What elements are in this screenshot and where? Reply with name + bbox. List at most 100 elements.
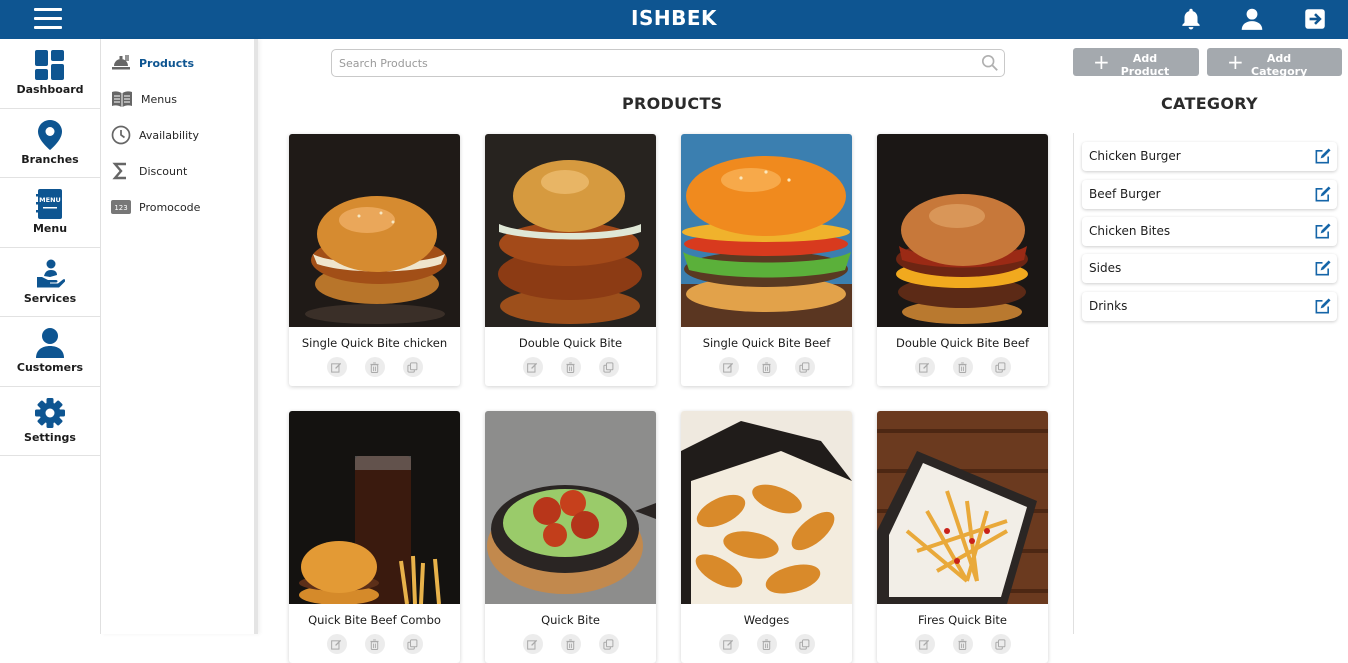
nav-branches[interactable]: Branches: [0, 109, 100, 178]
category-item[interactable]: Sides: [1082, 254, 1337, 283]
duplicate-icon[interactable]: [402, 634, 423, 654]
edit-icon[interactable]: [1314, 260, 1331, 277]
category-item[interactable]: Drinks: [1082, 292, 1337, 321]
duplicate-icon[interactable]: [990, 634, 1011, 654]
product-image: [289, 411, 460, 604]
edit-icon[interactable]: [718, 357, 739, 377]
duplicate-icon[interactable]: [794, 357, 815, 377]
add-category-label: Add Category: [1251, 52, 1308, 76]
add-product-button[interactable]: + Add Product: [1073, 48, 1199, 76]
duplicate-icon[interactable]: [794, 634, 815, 654]
product-image: [485, 411, 656, 604]
category-item[interactable]: Chicken Burger: [1082, 142, 1337, 171]
category-title: CATEGORY: [1161, 94, 1258, 113]
product-card[interactable]: Quick Bite: [485, 411, 656, 663]
edit-icon[interactable]: [326, 634, 347, 654]
product-card[interactable]: Single Quick Bite chicken: [289, 134, 460, 386]
nav-dashboard[interactable]: Dashboard: [0, 39, 100, 109]
map-pin-icon: [38, 119, 62, 150]
submenu-availability[interactable]: Availability: [111, 123, 199, 147]
category-item[interactable]: Chicken Bites: [1082, 217, 1337, 246]
product-name: Single Quick Bite chicken: [301, 336, 448, 350]
nav-settings[interactable]: Settings: [0, 387, 100, 456]
edit-icon[interactable]: [1314, 148, 1331, 165]
hamburger-icon[interactable]: [34, 8, 62, 30]
nav-label: Branches: [21, 152, 79, 166]
product-image: [877, 411, 1048, 604]
nav-label: Services: [23, 291, 77, 305]
delete-icon[interactable]: [560, 634, 581, 654]
menu-book-icon: MENU: [36, 189, 62, 220]
submenu-label: Promocode: [139, 200, 201, 214]
clock-icon: [111, 125, 131, 145]
delete-icon[interactable]: [756, 357, 777, 377]
product-image: [681, 134, 852, 327]
user-icon[interactable]: [1239, 6, 1265, 32]
duplicate-icon[interactable]: [990, 357, 1011, 377]
product-card[interactable]: Double Quick Bite: [485, 134, 656, 386]
edit-icon[interactable]: [914, 634, 935, 654]
logout-icon[interactable]: [1302, 6, 1328, 32]
nav-label: Customers: [16, 361, 84, 375]
bell-icon[interactable]: [1178, 6, 1204, 32]
main-nav-rail: Dashboard Branches MENU Menu Services Cu…: [0, 39, 101, 634]
edit-icon[interactable]: [718, 634, 739, 654]
search-input[interactable]: [332, 50, 952, 76]
product-card[interactable]: Fires Quick Bite: [877, 411, 1048, 663]
edit-icon[interactable]: [1314, 298, 1331, 315]
edit-icon[interactable]: [1314, 223, 1331, 240]
product-name: Quick Bite: [541, 613, 600, 627]
edit-icon[interactable]: [1314, 186, 1331, 203]
app-title: ISHBEK: [631, 6, 717, 30]
category-label: Beef Burger: [1089, 187, 1161, 201]
search-bar: [331, 49, 1005, 77]
product-image: [681, 411, 852, 604]
edit-icon[interactable]: [326, 357, 347, 377]
edit-icon[interactable]: [522, 357, 543, 377]
add-product-label: Add Product: [1120, 52, 1170, 76]
product-name: Fires Quick Bite: [917, 613, 1007, 627]
category-label: Chicken Bites: [1089, 224, 1171, 238]
nav-label: Dashboard: [16, 83, 84, 97]
delete-icon[interactable]: [756, 634, 777, 654]
edit-icon[interactable]: [522, 634, 543, 654]
gear-icon: [35, 397, 65, 428]
delete-icon[interactable]: [952, 357, 973, 377]
submenu-products[interactable]: Products: [111, 51, 194, 75]
nav-menu[interactable]: MENU Menu: [0, 178, 100, 248]
duplicate-icon[interactable]: [598, 357, 619, 377]
product-image: [289, 134, 460, 327]
submenu-discount[interactable]: Discount: [111, 159, 187, 183]
product-card[interactable]: Double Quick Bite Beef: [877, 134, 1048, 386]
category-label: Sides: [1089, 261, 1122, 275]
svg-text:123: 123: [114, 204, 127, 212]
product-card[interactable]: Quick Bite Beef Combo: [289, 411, 460, 663]
nav-label: Settings: [24, 430, 76, 444]
plus-icon: +: [1093, 50, 1110, 74]
nav-services[interactable]: Services: [0, 248, 100, 317]
open-book-icon: [112, 91, 132, 107]
nav-label: Menu: [32, 222, 68, 236]
search-icon[interactable]: [981, 54, 999, 72]
sigma-icon: [112, 162, 126, 180]
delete-icon[interactable]: [364, 357, 385, 377]
product-name: Wedges: [743, 613, 790, 627]
duplicate-icon[interactable]: [598, 634, 619, 654]
duplicate-icon[interactable]: [402, 357, 423, 377]
product-card[interactable]: Single Quick Bite Beef: [681, 134, 852, 386]
submenu-menus[interactable]: Menus: [111, 87, 177, 111]
food-tray-icon: [112, 55, 130, 70]
delete-icon[interactable]: [952, 634, 973, 654]
dashboard-icon: [35, 50, 64, 81]
edit-icon[interactable]: [914, 357, 935, 377]
submenu-promocode[interactable]: 123 Promocode: [111, 195, 200, 219]
product-name: Single Quick Bite Beef: [702, 336, 831, 350]
add-category-button[interactable]: + Add Category: [1207, 48, 1342, 76]
nav-customers[interactable]: Customers: [0, 317, 100, 387]
submenu-label: Menus: [141, 92, 177, 106]
product-card[interactable]: Wedges: [681, 411, 852, 663]
delete-icon[interactable]: [364, 634, 385, 654]
delete-icon[interactable]: [560, 357, 581, 377]
category-item[interactable]: Beef Burger: [1082, 180, 1337, 209]
products-submenu: Products Menus Availability Discount 123…: [101, 39, 258, 634]
